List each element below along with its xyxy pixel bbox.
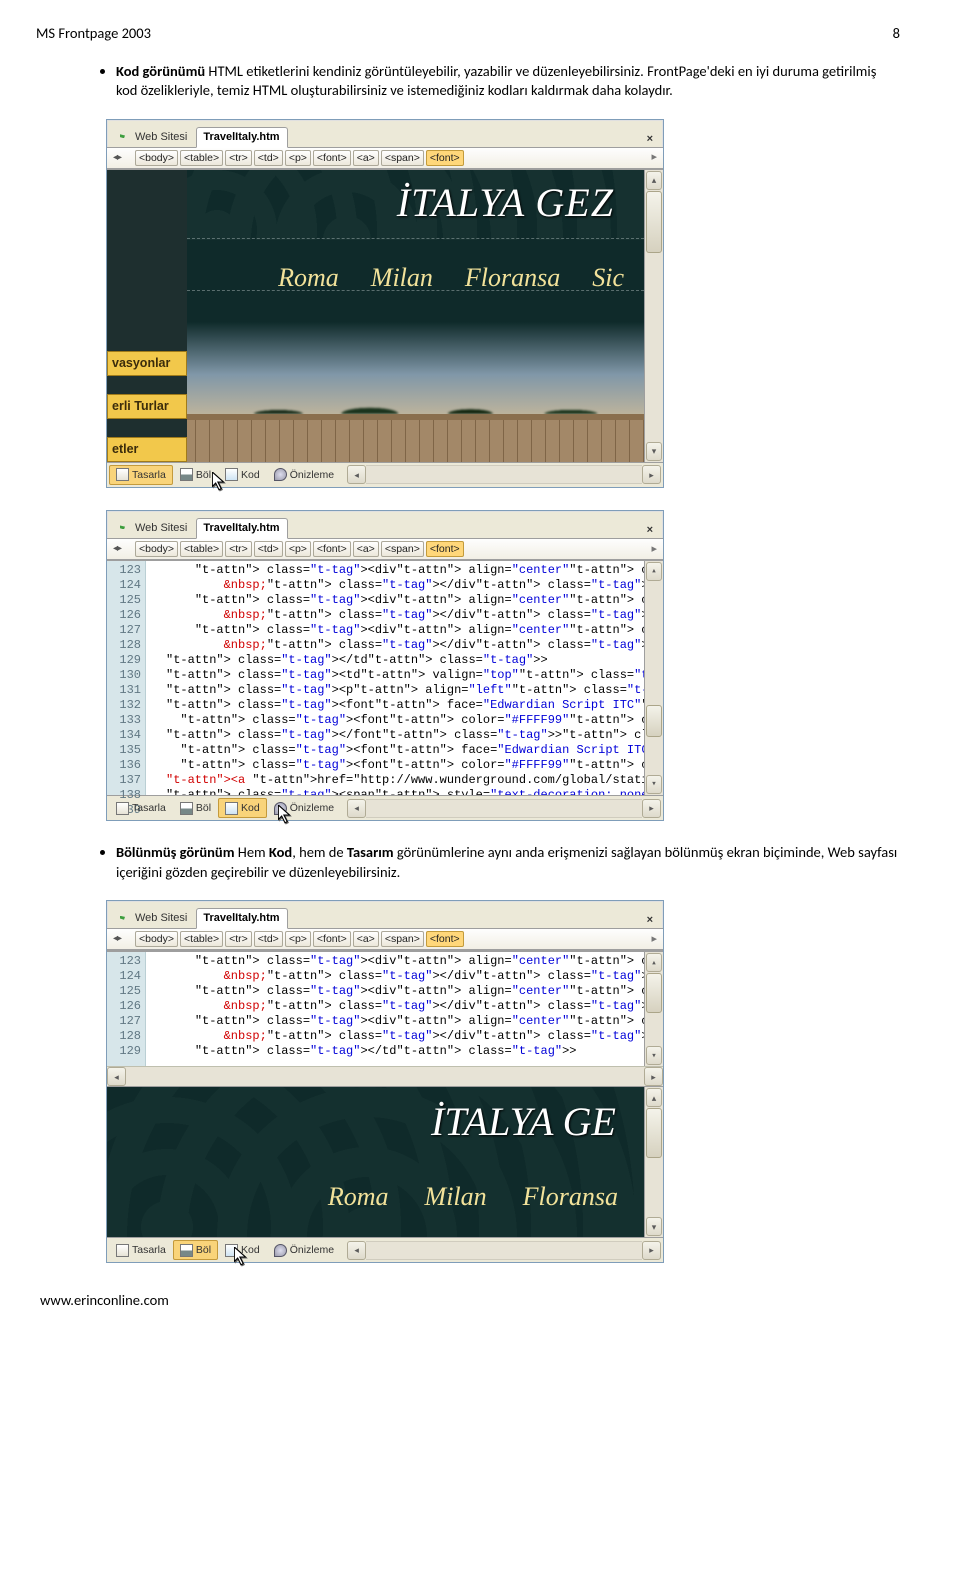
split-design-pane[interactable]: İTALYA GE Roma Milan Floransa [107, 1086, 644, 1237]
bullet-list-2: Bölünmüş görünüm Hem Kod, hem de Tasarım… [76, 843, 900, 882]
tab-web-sitesi[interactable]: Web Sitesi [111, 909, 194, 928]
horizontal-scrollbar[interactable]: ◂▸ [347, 1241, 661, 1260]
city-roma[interactable]: Roma [278, 260, 339, 295]
view-tasarla[interactable]: Tasarla [109, 798, 173, 818]
city-roma[interactable]: Roma [328, 1179, 389, 1214]
line-numbers: 1231241251261271281291301311321331341351… [107, 561, 146, 795]
side-item-etler[interactable]: etler [107, 437, 187, 462]
tab-strip: Web Sitesi TravelItaly.htm × [107, 120, 663, 148]
view-onizleme-icon [274, 468, 287, 481]
tagbtn-td[interactable]: <td> [254, 150, 283, 166]
view-tasarla[interactable]: Tasarla [109, 1240, 173, 1260]
city-floransa[interactable]: Floransa [465, 260, 560, 295]
vertical-scrollbar[interactable]: ▴ ▾ [644, 561, 663, 795]
globe-icon [117, 131, 131, 143]
view-kod[interactable]: Kod [218, 465, 267, 485]
code-body[interactable]: "t-attn"> class="t-tag"><div"t-attn"> al… [146, 561, 644, 795]
close-icon[interactable]: × [641, 132, 659, 147]
scroll-thumb[interactable] [646, 191, 662, 253]
scroll-up-icon[interactable]: ▴ [646, 171, 662, 190]
tag-breadcrumb: ◂▸ <body> <table> <tr> <td> <p> <font> <… [107, 148, 663, 169]
tab-web-sitesi[interactable]: Web Sitesi [111, 519, 194, 538]
figure-tasarla-view: Web Sitesi TravelItaly.htm × ◂▸ <body> <… [106, 119, 900, 488]
split-hscroll[interactable]: ◂▸ [107, 1066, 663, 1086]
tagbtn-a[interactable]: <a> [353, 150, 379, 166]
tagbtn-table[interactable]: <table> [180, 150, 223, 166]
horizontal-scrollbar[interactable]: ◂ ▸ [347, 465, 661, 484]
hero-title: İTALYA GE [431, 1095, 616, 1149]
tagbtn-font[interactable]: <font> [313, 150, 351, 166]
tab-web-sitesi-label: Web Sitesi [135, 130, 187, 145]
hscroll-left-icon[interactable]: ◂ [347, 465, 366, 484]
globe-icon [117, 522, 131, 534]
footer-url: www.erinconline.com [36, 1291, 900, 1311]
line-numbers: 123124125126127128129 [107, 952, 146, 1066]
figure-bol-view: Web Sitesi TravelItaly.htm × ◂▸ <body> <… [106, 900, 900, 1263]
hscroll-right-icon[interactable]: ▸ [642, 465, 661, 484]
view-kod-icon [225, 468, 238, 481]
view-bol-icon [180, 468, 193, 481]
bullet-bolunmus: Bölünmüş görünüm Hem Kod, hem de Tasarım… [116, 843, 900, 882]
tagbtn-tr[interactable]: <tr> [225, 150, 252, 166]
tab-file-active[interactable]: TravelItaly.htm [196, 127, 287, 148]
view-kod[interactable]: Kod [218, 1240, 267, 1260]
view-bol[interactable]: Böl [173, 1240, 218, 1260]
view-bol[interactable]: Böl [173, 465, 218, 485]
tab-file-active[interactable]: TravelItaly.htm [196, 518, 287, 539]
tag-history-icon[interactable]: ◂▸ [113, 151, 121, 165]
close-icon[interactable]: × [641, 913, 659, 928]
tagbtn-body[interactable]: <body> [135, 150, 178, 166]
city-floransa[interactable]: Floransa [523, 1179, 618, 1214]
chevron-right-icon[interactable]: ▸ [651, 150, 657, 165]
city-links: Roma Milan Floransa [328, 1179, 618, 1214]
tag-history-icon[interactable]: ◂▸ [113, 542, 121, 556]
view-tasarla[interactable]: Tasarla [109, 465, 173, 485]
bullet-list-1: Kod görünümü HTML etiketlerini kendiniz … [76, 62, 900, 101]
city-milan[interactable]: Milan [425, 1179, 487, 1214]
vertical-scrollbar[interactable]: ▴▾ [644, 952, 663, 1066]
view-bol[interactable]: Böl [173, 798, 218, 818]
tag-history-icon[interactable]: ◂▸ [113, 932, 121, 946]
page-number: 8 [893, 24, 900, 44]
globe-icon [117, 913, 131, 925]
view-onizleme[interactable]: Önizleme [267, 465, 341, 485]
figure-kod-view: Web Sitesi TravelItaly.htm × ◂▸ <body> <… [106, 510, 900, 821]
header-left: MS Frontpage 2003 [36, 24, 151, 44]
bullet-kod: Kod görünümü HTML etiketlerini kendiniz … [116, 62, 900, 101]
side-nav: vasyonlar erli Turlar etler [107, 170, 187, 462]
view-onizleme[interactable]: Önizleme [267, 798, 341, 818]
design-canvas[interactable]: İTALYA GEZ Roma Milan Floransa Sic [187, 170, 644, 462]
view-tasarla-icon [116, 468, 129, 481]
scroll-down-icon[interactable]: ▾ [646, 442, 662, 461]
tab-file-label: TravelItaly.htm [203, 130, 279, 145]
city-milan[interactable]: Milan [371, 260, 433, 295]
city-links: Roma Milan Floransa Sic [278, 260, 624, 295]
code-body[interactable]: "t-attn"> class="t-tag"><div"t-attn"> al… [146, 952, 644, 1066]
view-mode-bar: Tasarla Böl Kod Önizleme ◂ ▸ [107, 462, 663, 487]
code-editor[interactable]: 1231241251261271281291301311321331341351… [107, 560, 663, 795]
vertical-scrollbar[interactable]: ▴ ▾ [644, 170, 663, 462]
split-code-pane[interactable]: 123124125126127128129 "t-attn"> class="t… [107, 951, 663, 1066]
view-kod[interactable]: Kod [218, 798, 267, 818]
bullet-kod-text: HTML etiketlerini kendiniz görüntüleyebi… [116, 62, 876, 100]
horizontal-scrollbar[interactable]: ◂▸ [347, 799, 661, 818]
hero-title: İTALYA GEZ [397, 176, 614, 230]
city-sic[interactable]: Sic [592, 260, 624, 295]
close-icon[interactable]: × [641, 523, 659, 538]
side-item-erliturlar[interactable]: erli Turlar [107, 394, 187, 419]
tagbtn-span[interactable]: <span> [381, 150, 424, 166]
tagbtn-p[interactable]: <p> [285, 150, 311, 166]
bullet-kod-label: Kod görünümü [116, 62, 205, 80]
side-item-vasyonlar[interactable]: vasyonlar [107, 351, 187, 376]
tab-file-active[interactable]: TravelItaly.htm [196, 908, 287, 929]
view-onizleme[interactable]: Önizleme [267, 1240, 341, 1260]
tagbtn-font-active[interactable]: <font> [426, 150, 464, 166]
vertical-scrollbar[interactable]: ▴▾ [644, 1086, 663, 1237]
tab-web-sitesi[interactable]: Web Sitesi [111, 128, 194, 147]
